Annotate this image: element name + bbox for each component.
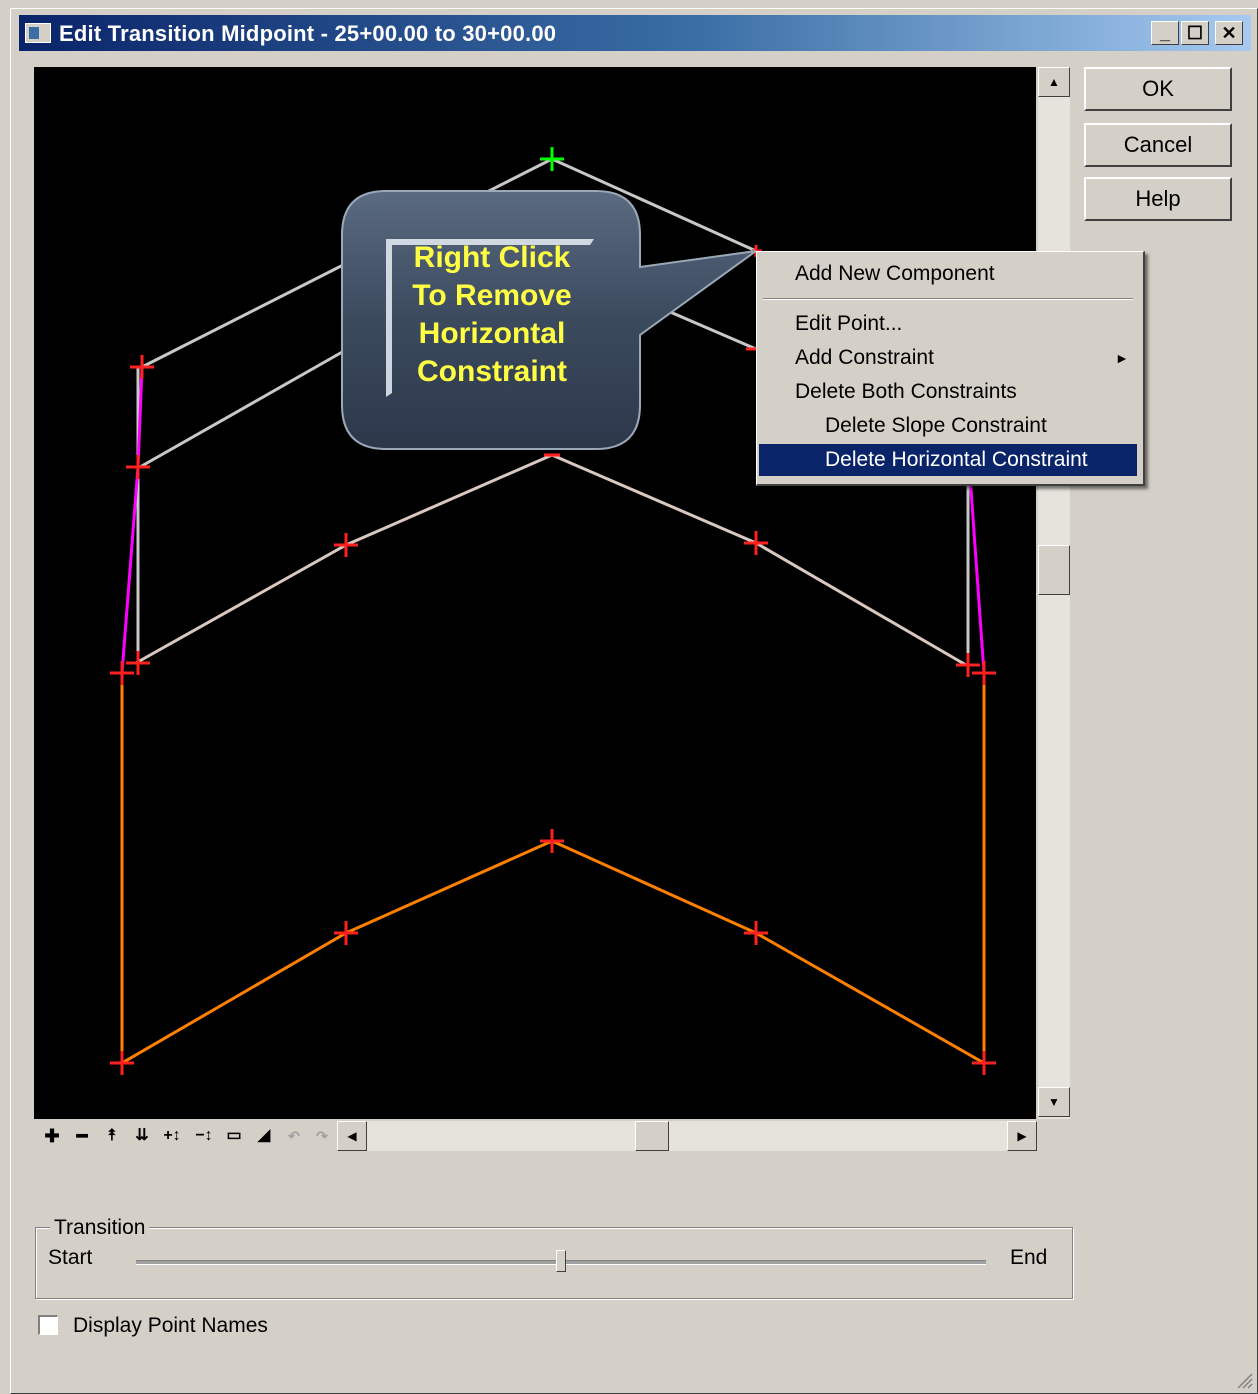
menu-separator (763, 298, 1133, 300)
zoom-in-icon[interactable]: ✚ (39, 1124, 65, 1148)
point-marker (126, 455, 150, 479)
view-toolbar: ✚ ━ ⯭ ⇊ +↕ −↕ ▭ ◢ ↶ ↷ (39, 1122, 339, 1150)
point-marker (744, 531, 768, 555)
point-marker (972, 1051, 996, 1075)
vertical-scrollbar[interactable]: ▲ ▼ (1038, 67, 1070, 1119)
end-label: End (1010, 1246, 1048, 1269)
transition-group: Transition Start End (35, 1216, 1073, 1299)
point-marker (110, 1051, 134, 1075)
redo-icon[interactable]: ↷ (309, 1124, 335, 1148)
point-marker (110, 661, 134, 685)
menu-item-edit-point[interactable]: Edit Point... (759, 308, 1137, 340)
menu-item-add-constraint[interactable]: Add Constraint ► (759, 342, 1137, 374)
dialog-window: Edit Transition Midpoint - 25+00.00 to 3… (10, 8, 1258, 1394)
zoom-out-icon[interactable]: ━ (69, 1124, 95, 1148)
origin-marker (540, 147, 564, 171)
scroll-right-button[interactable]: ▶ (1007, 1121, 1037, 1151)
scroll-up-button[interactable]: ▲ (1038, 67, 1070, 97)
expand-icon[interactable]: +↕ (159, 1124, 185, 1148)
app-icon (25, 23, 51, 43)
point-marker (130, 355, 154, 379)
display-point-names-label: Display Point Names (73, 1314, 268, 1337)
transition-group-label: Transition (50, 1216, 150, 1240)
point-marker (334, 533, 358, 557)
maximize-button[interactable]: ☐ (1181, 21, 1209, 45)
window-icon[interactable]: ▭ (221, 1124, 247, 1148)
menu-item-delete-both-constraints[interactable]: Delete Both Constraints (759, 376, 1137, 408)
callout-line: Horizontal (418, 317, 566, 350)
template-canvas[interactable]: Right Click To Remove Horizontal Constra… (34, 67, 1036, 1119)
horizontal-scroll-thumb[interactable] (635, 1121, 669, 1151)
start-label: Start (48, 1246, 93, 1269)
undo-icon[interactable]: ↶ (281, 1124, 307, 1148)
help-button[interactable]: Help (1084, 177, 1232, 221)
cancel-button[interactable]: Cancel (1084, 123, 1232, 167)
point-marker (540, 829, 564, 853)
menu-item-add-new-component[interactable]: Add New Component (759, 258, 1137, 290)
submenu-arrow-icon: ► (1115, 350, 1129, 366)
window-title: Edit Transition Midpoint - 25+00.00 to 3… (59, 21, 557, 46)
menu-item-delete-horizontal-constraint[interactable]: Delete Horizontal Constraint (759, 444, 1137, 476)
resize-grip-icon[interactable] (1235, 1371, 1253, 1389)
point-marker (334, 921, 358, 945)
component-second-line (139, 349, 345, 469)
context-menu: Add New Component Edit Point... Add Cons… (756, 251, 1145, 486)
menu-item-delete-slope-constraint[interactable]: Delete Slope Constraint (759, 410, 1137, 442)
callout-text: Right Click To Remove Horizontal Constra… (342, 239, 642, 391)
pan-icon[interactable]: ⯭ (99, 1124, 125, 1148)
point-marker (126, 651, 150, 675)
ok-button[interactable]: OK (1084, 67, 1232, 111)
terrain-icon[interactable]: ◢ (251, 1124, 277, 1148)
transition-slider-thumb[interactable] (556, 1250, 566, 1272)
callout-line: To Remove (412, 279, 572, 312)
callout-line: Constraint (417, 355, 567, 388)
orange-component-line (120, 673, 986, 1066)
component-third-line (135, 453, 967, 667)
title-bar[interactable]: Edit Transition Midpoint - 25+00.00 to 3… (19, 15, 1251, 51)
template-drawing (110, 147, 996, 1075)
scroll-down-button[interactable]: ▼ (1038, 1087, 1070, 1117)
horizontal-scrollbar[interactable]: ◀ ▶ (337, 1121, 1037, 1151)
close-button[interactable]: ✕ (1215, 21, 1243, 45)
scroll-left-button[interactable]: ◀ (337, 1121, 367, 1151)
point-marker (744, 921, 768, 945)
display-point-names-checkbox[interactable] (38, 1315, 58, 1335)
fit-icon[interactable]: ⇊ (129, 1124, 155, 1148)
vertical-scroll-thumb[interactable] (1038, 545, 1070, 595)
shrink-icon[interactable]: −↕ (191, 1124, 217, 1148)
minimize-button[interactable]: _ (1151, 21, 1179, 45)
callout-line: Right Click (413, 241, 571, 274)
